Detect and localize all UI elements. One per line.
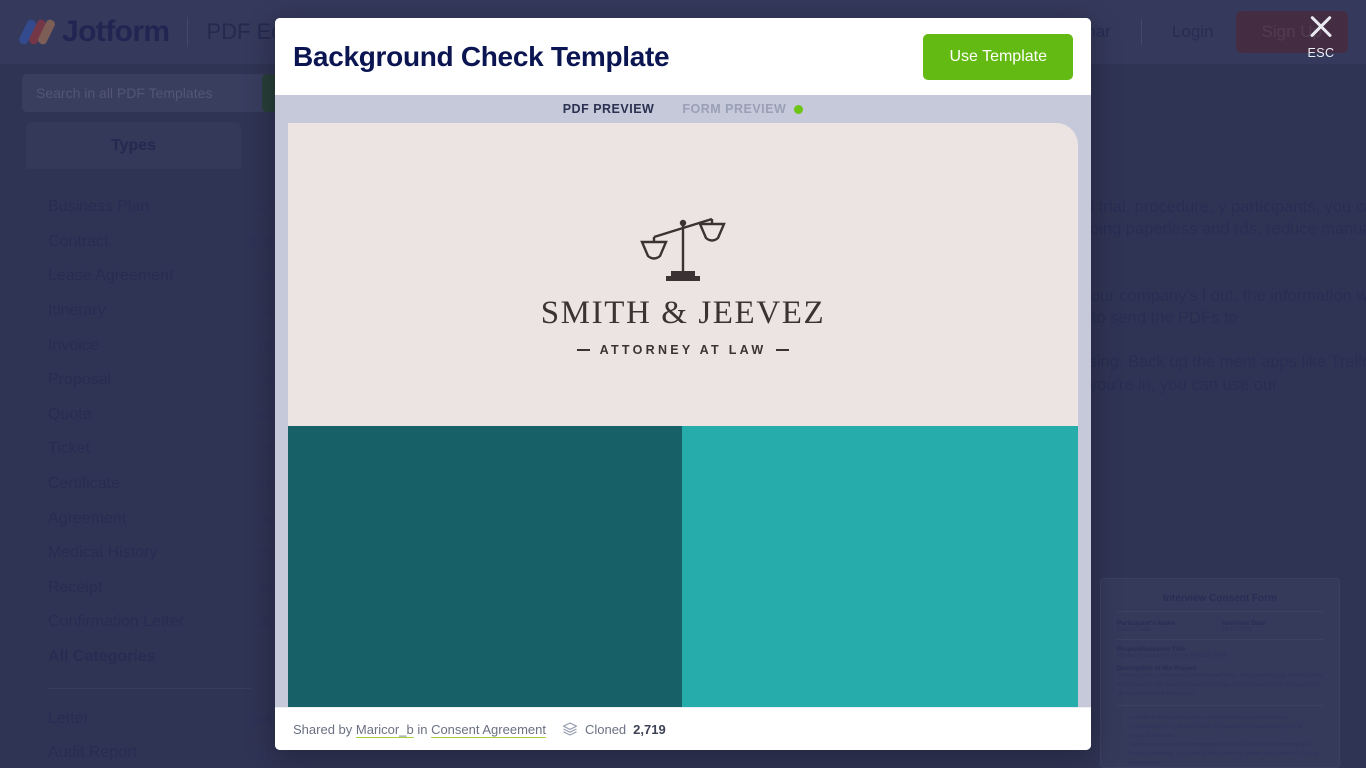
tab-form-preview-label: FORM PREVIEW [682, 102, 787, 116]
pdf-band-right [682, 426, 1078, 707]
layers-icon [562, 722, 578, 736]
close-esc-label: ESC [1307, 46, 1335, 60]
tab-pdf-preview[interactable]: PDF PREVIEW [549, 95, 669, 123]
shared-by-prefix: Shared by [293, 721, 353, 737]
modal-header: Background Check Template Use Template [275, 18, 1091, 95]
use-template-button[interactable]: Use Template [923, 33, 1073, 80]
pdf-preview-area[interactable]: SMITH & JEEVEZ ATTORNEY AT LAW [275, 123, 1091, 707]
status-dot-icon [794, 104, 804, 114]
cloned-label: Cloned [584, 721, 627, 737]
page-title: Background Check Template [293, 40, 670, 72]
dash-right [776, 349, 790, 351]
pdf-firm-subtitle: ATTORNEY AT LAW [576, 343, 790, 357]
pdf-firm-subtitle-text: ATTORNEY AT LAW [599, 343, 767, 357]
modal-footer: Shared by Maricor_b in Consent Agreement… [275, 707, 1091, 750]
shared-by-info: Shared by Maricor_b in Consent Agreement [293, 722, 546, 737]
template-preview-modal: Background Check Template Use Template P… [275, 18, 1091, 750]
preview-tabbar: PDF PREVIEW FORM PREVIEW [275, 95, 1091, 123]
cloned-count-value: 2,719 [633, 721, 666, 737]
modal-close-button[interactable]: ESC [1294, 10, 1348, 60]
screen-root: Jotform PDF Ed binar Login Sign Up Searc… [0, 0, 1366, 768]
tab-form-preview[interactable]: FORM PREVIEW [668, 95, 817, 123]
shared-in-label: in [417, 721, 428, 737]
pdf-color-bands [288, 426, 1078, 707]
category-link[interactable]: Consent Agreement [431, 722, 546, 737]
pdf-firm-name: SMITH & JEEVEZ [540, 295, 826, 331]
scales-of-justice-icon [640, 217, 726, 281]
pdf-page: SMITH & JEEVEZ ATTORNEY AT LAW [288, 123, 1078, 707]
author-link[interactable]: Maricor_b [356, 722, 414, 737]
pdf-band-left [288, 426, 682, 707]
clone-count: Cloned 2,719 [562, 721, 666, 737]
pdf-logo-block: SMITH & JEEVEZ ATTORNEY AT LAW [288, 211, 1078, 357]
dash-left [576, 349, 590, 351]
close-icon [1304, 10, 1338, 44]
